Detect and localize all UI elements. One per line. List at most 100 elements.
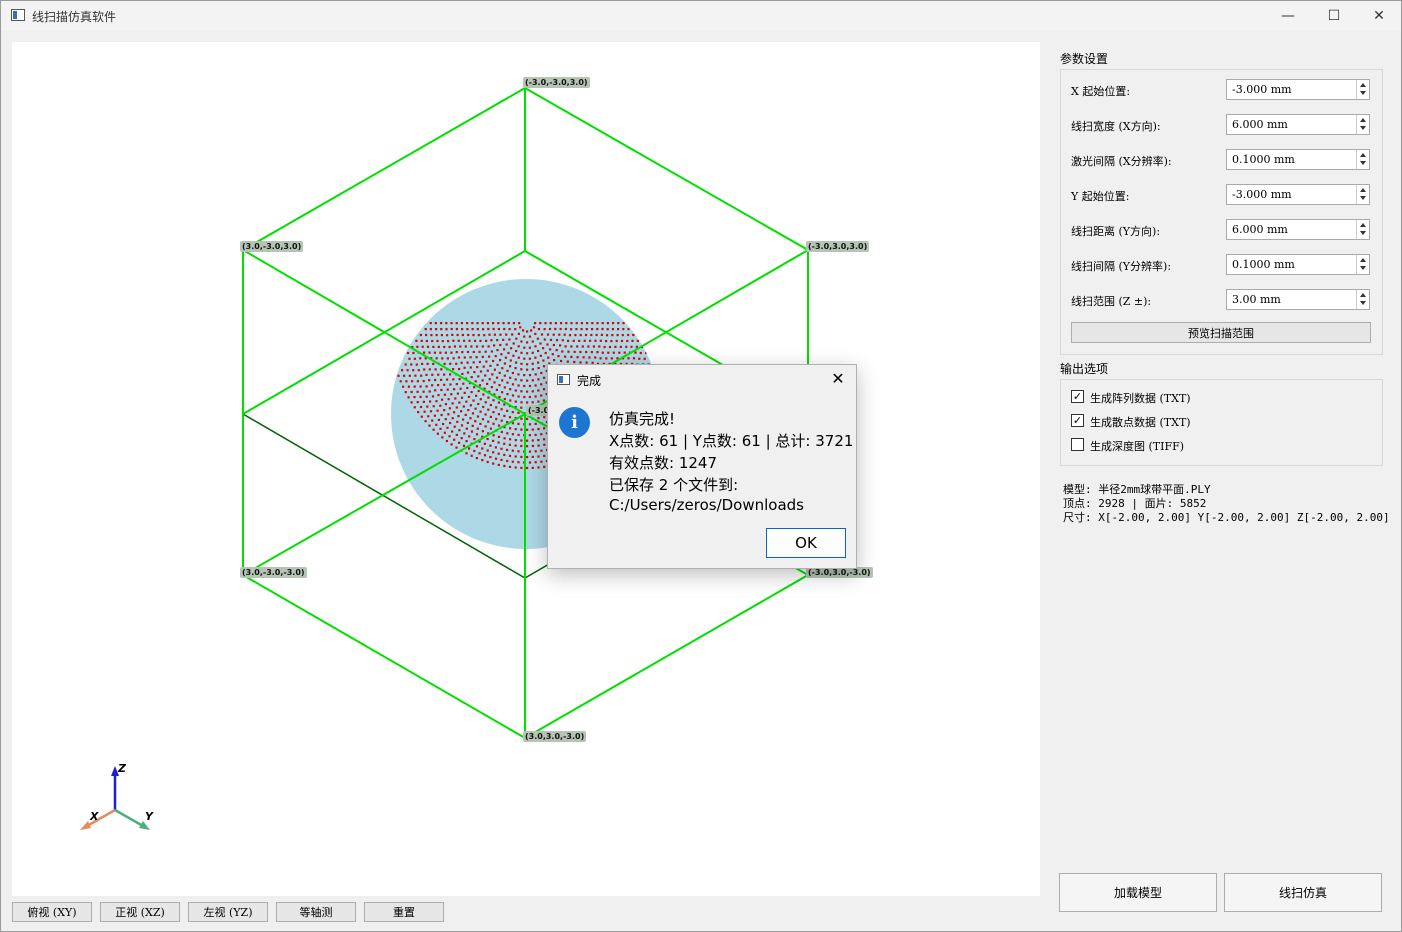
scan-point (539, 322, 542, 325)
scan-point (441, 357, 444, 360)
scan-point (599, 357, 602, 360)
scan-point (517, 356, 520, 359)
scan-point (531, 444, 534, 448)
scan-point (460, 396, 464, 399)
dialog-close-icon[interactable]: ✕ (828, 369, 848, 389)
scan-point (423, 410, 426, 413)
scan-point (534, 322, 537, 325)
scan-point (540, 383, 543, 386)
scan-point (503, 327, 506, 331)
scan-point (542, 388, 546, 391)
scan-point (542, 359, 545, 362)
spin-value: 0.1000 mm (1232, 153, 1295, 166)
scan-point (443, 373, 446, 376)
spin-arrows[interactable] (1356, 80, 1369, 99)
scan-point (397, 374, 400, 377)
scan-point (504, 356, 507, 359)
scan-point (461, 351, 464, 354)
scan-point (590, 333, 593, 337)
scan-point (479, 410, 482, 413)
scan-point (471, 412, 475, 415)
y-distance-spinbox[interactable]: 6.000 mm (1226, 219, 1370, 240)
scan-point (404, 391, 407, 394)
scan-point (443, 345, 446, 349)
scan-point (439, 404, 442, 407)
y-resolution-spinbox[interactable]: 0.1000 mm (1226, 254, 1370, 275)
scan-point (455, 351, 458, 354)
scan-point (517, 433, 520, 436)
minimize-button[interactable]: — (1265, 1, 1311, 31)
scan-point (440, 328, 443, 331)
close-button[interactable]: ✕ (1356, 1, 1402, 31)
line-scan-simulate-button[interactable]: 线扫仿真 (1224, 873, 1382, 912)
array-data-checkbox[interactable]: ✓ (1071, 390, 1084, 403)
scan-point (436, 409, 439, 412)
x-resolution-spinbox[interactable]: 0.1000 mm (1226, 149, 1370, 170)
preview-scan-range-button[interactable]: 预览扫描范围 (1071, 322, 1371, 343)
scan-point (523, 357, 526, 360)
scan-point (537, 439, 540, 442)
scan-point (492, 399, 495, 402)
scan-point (460, 424, 464, 427)
scan-point (608, 345, 612, 349)
view-top-button[interactable]: 俯视 (XY) (12, 902, 92, 922)
scan-point (543, 328, 546, 331)
scan-point (428, 368, 431, 371)
z-range-spinbox[interactable]: 3.00 mm (1226, 289, 1370, 310)
scan-point (626, 339, 629, 343)
spin-arrows[interactable] (1356, 185, 1369, 204)
x-width-spinbox[interactable]: 6.000 mm (1226, 114, 1370, 135)
scan-point (408, 374, 411, 377)
view-left-button[interactable]: 左视 (YZ) (188, 902, 268, 922)
maximize-button[interactable]: ☐ (1311, 1, 1357, 31)
scan-point (410, 390, 413, 394)
view-reset-button[interactable]: 重置 (364, 902, 444, 922)
scan-point (520, 390, 523, 393)
scan-point (470, 454, 473, 457)
scan-point (526, 428, 529, 431)
scan-point (503, 374, 506, 377)
scan-point (591, 322, 594, 325)
spin-value: -3.000 mm (1232, 83, 1292, 96)
scan-point (403, 374, 406, 377)
x-start-spinbox[interactable]: -3.000 mm (1226, 79, 1370, 100)
scan-point (484, 350, 487, 353)
scan-point (509, 399, 512, 402)
scan-point (543, 416, 546, 419)
spin-arrows[interactable] (1356, 115, 1369, 134)
scatter-data-checkbox[interactable]: ✓ (1071, 414, 1084, 427)
spin-arrows[interactable] (1356, 255, 1369, 274)
scan-point (497, 327, 500, 331)
scan-point (503, 348, 506, 351)
view-front-button[interactable]: 正视 (XZ) (100, 902, 180, 922)
scan-point (482, 393, 485, 396)
spin-arrows[interactable] (1356, 290, 1369, 309)
scan-point (458, 441, 461, 444)
spin-arrows[interactable] (1356, 150, 1369, 169)
scan-point (419, 357, 422, 360)
scan-point (494, 457, 498, 460)
depth-map-checkbox[interactable] (1071, 438, 1084, 451)
scan-point (441, 340, 444, 343)
y-start-spinbox[interactable]: -3.000 mm (1226, 184, 1370, 205)
scan-point (512, 342, 515, 345)
3d-viewport[interactable]: Z X Y (-3.0,-3.0,3.0) (3.0,-3.0,3.0) (-3… (12, 42, 1040, 896)
scan-point (417, 411, 420, 414)
scan-point (435, 357, 438, 360)
ok-button[interactable]: OK (766, 528, 846, 558)
spin-arrows[interactable] (1356, 220, 1369, 239)
scan-point (465, 440, 468, 443)
dialog-title: 完成 (577, 374, 602, 388)
scan-point (413, 357, 416, 360)
scan-point (559, 327, 562, 331)
scan-point (423, 351, 426, 354)
scan-point (471, 322, 474, 325)
view-iso-button[interactable]: 等轴测 (276, 902, 356, 922)
scan-point (591, 328, 594, 331)
param-label-x-resolution: 激光间隔 (X分辨率): (1071, 155, 1172, 168)
load-model-button[interactable]: 加载模型 (1059, 873, 1217, 912)
scan-point (543, 454, 546, 457)
scan-point (528, 335, 532, 338)
scan-point (526, 439, 529, 442)
scan-point (451, 333, 454, 336)
